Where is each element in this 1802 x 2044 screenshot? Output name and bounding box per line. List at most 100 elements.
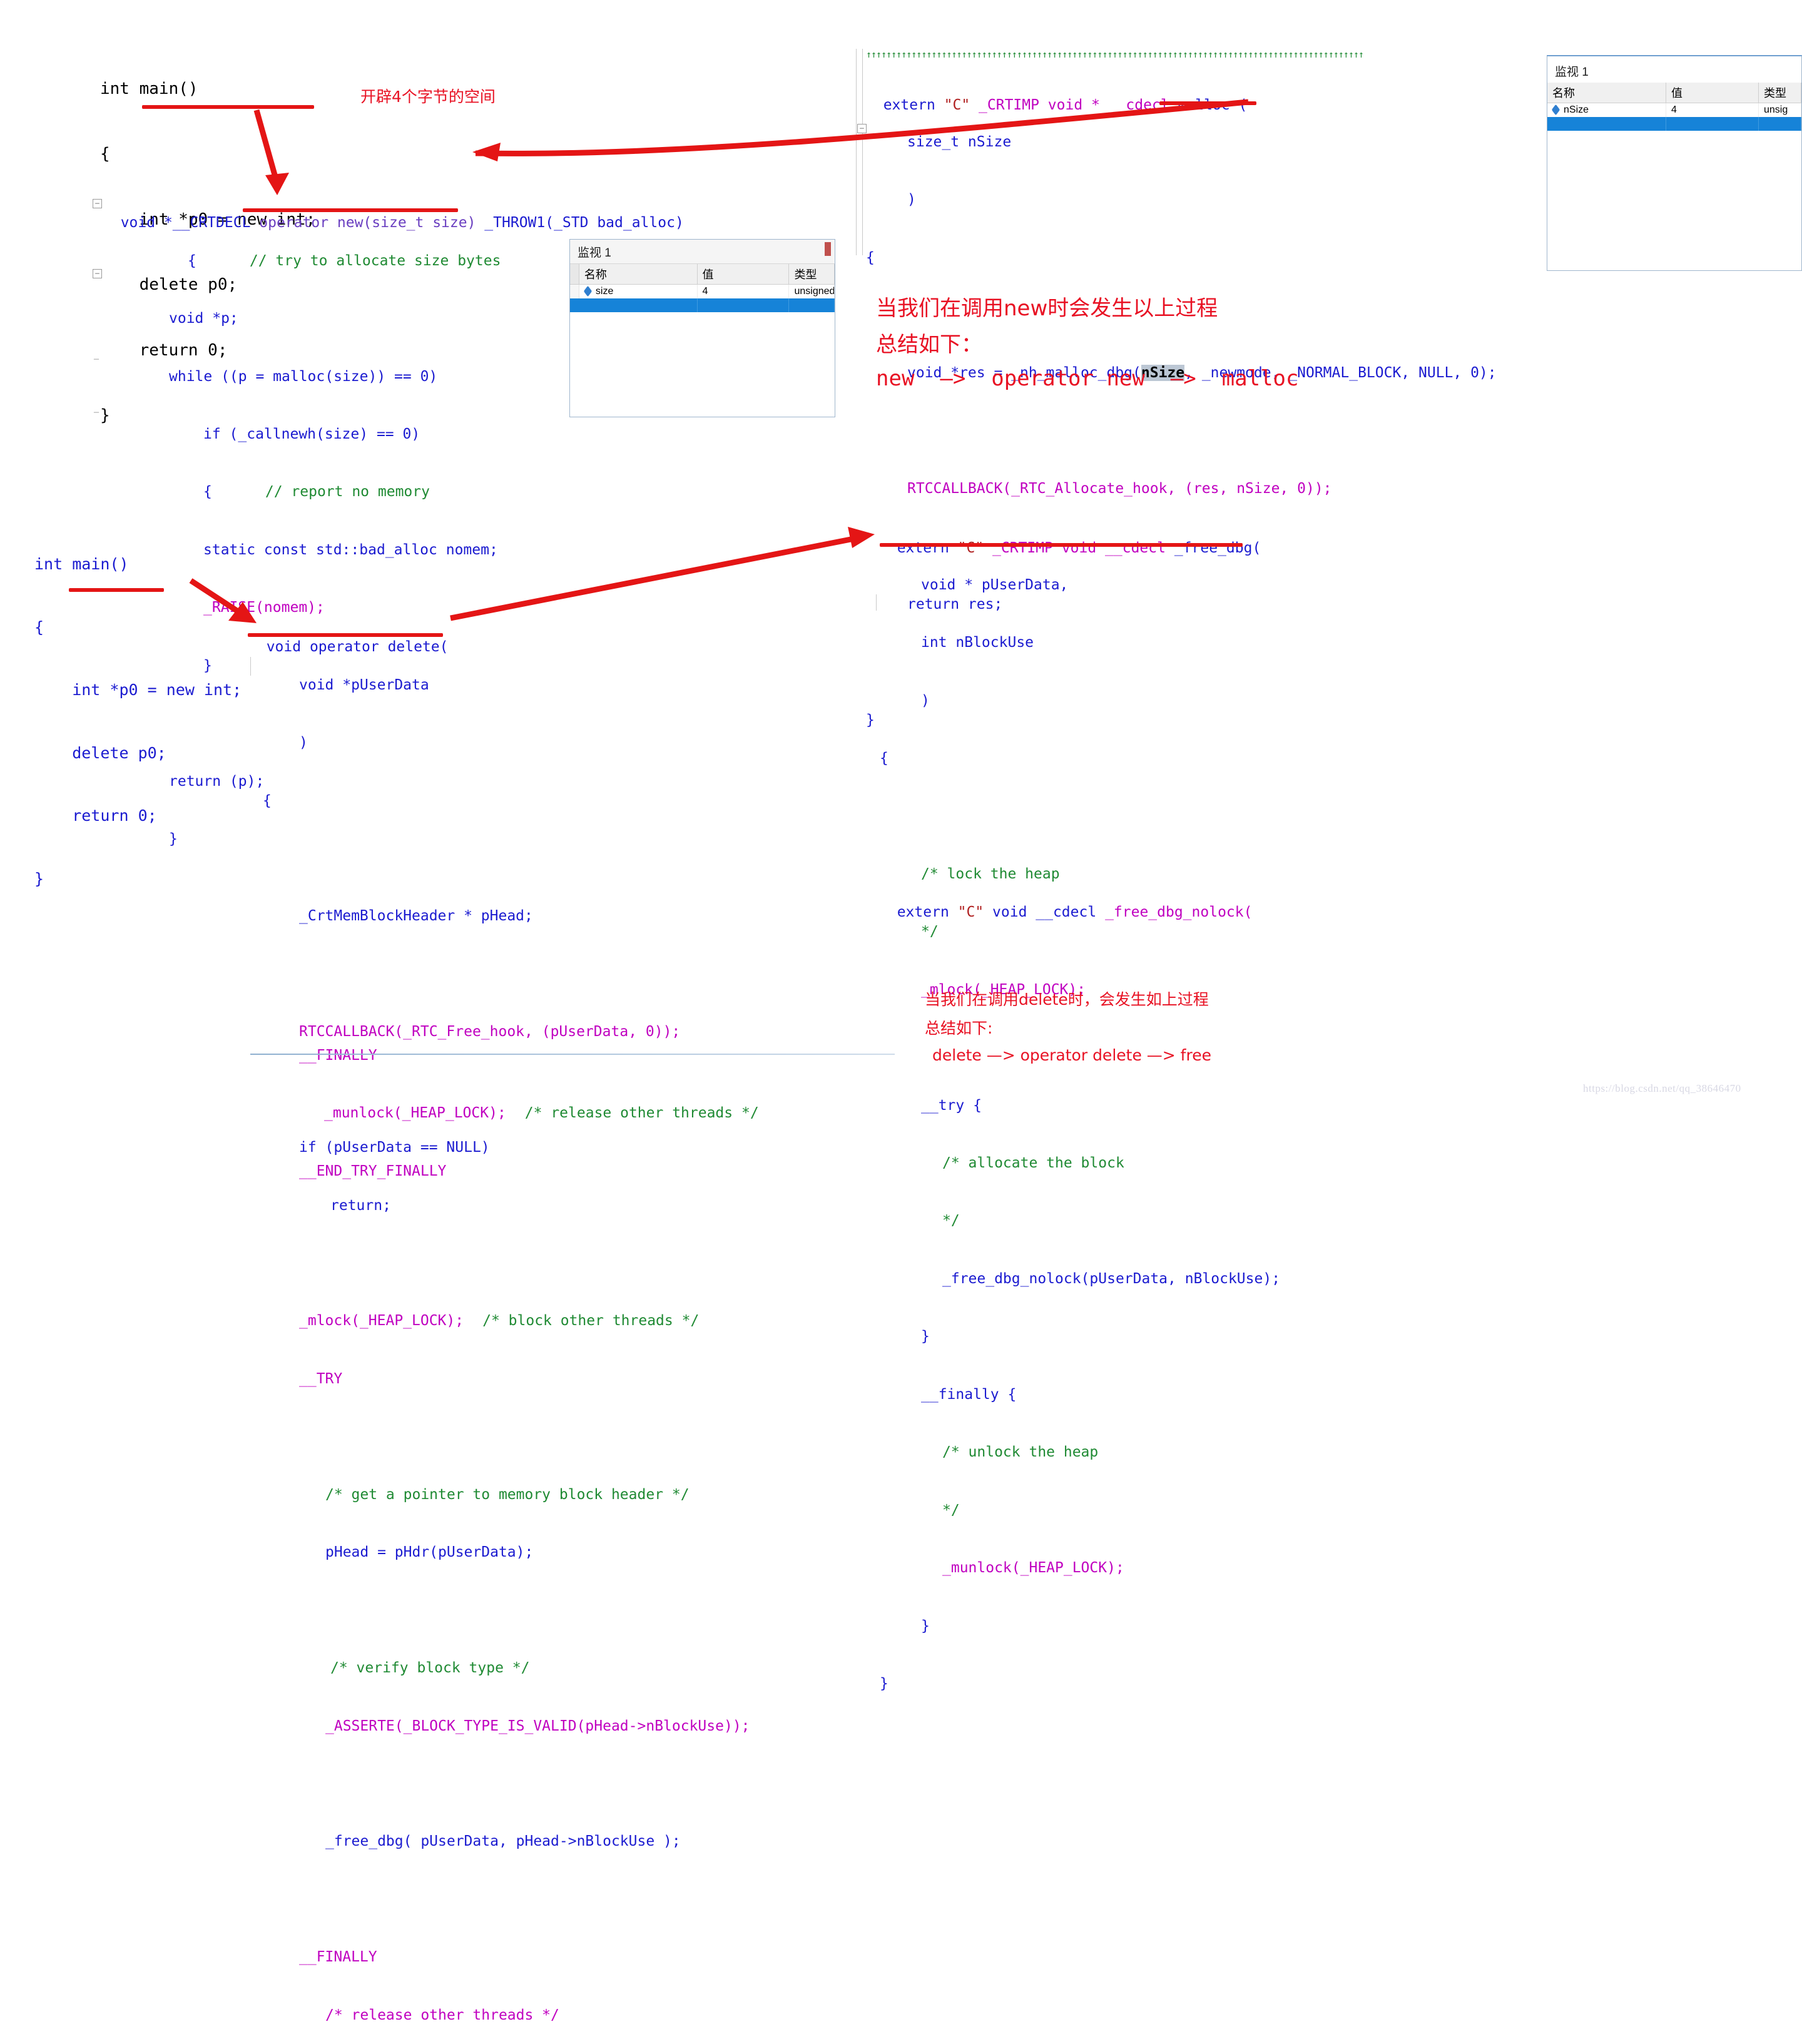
- code-line: _mlock(_HEAP_LOCK);/* block other thread…: [299, 1313, 700, 1330]
- code-line: ): [299, 735, 308, 751]
- new-summary-line-3: new —> operator new —> malloc: [876, 366, 1299, 391]
- delete-summary-line-2: 总结如下:: [925, 1019, 993, 1037]
- watch-panel-title: 监视 1: [1547, 56, 1801, 83]
- watch-cell-name-text: size: [595, 286, 614, 297]
- watch-col-type[interactable]: 类型: [789, 264, 835, 284]
- delete-summary-line-3: delete —> operator delete —> free: [932, 1046, 1211, 1064]
- delete-summary-line-1: 当我们在调用delete时，会发生如上过程: [925, 990, 1209, 1009]
- code-line: _ASSERTE(_BLOCK_TYPE_IS_VALID(pHead->nBl…: [325, 1717, 750, 1734]
- code-line: _munlock(_HEAP_LOCK);/* release other th…: [324, 1105, 759, 1122]
- watch-header-row: 名称 值 类型: [1547, 83, 1801, 103]
- code-line: {// try to allocate size bytes: [188, 252, 501, 269]
- watch-panel-size[interactable]: 监视 1 名称 值 类型 size 4 unsigned: [569, 239, 835, 417]
- watch-cell-name-text: nSize: [1564, 104, 1589, 115]
- code-line: /* verify block type */: [330, 1660, 530, 1677]
- watch-col-type[interactable]: 类型: [1759, 83, 1801, 103]
- watch-panel-nsize[interactable]: 监视 1 名称 值 类型 nSize 4 unsig: [1547, 55, 1802, 271]
- fold-marker[interactable]: –: [94, 407, 99, 418]
- code-line: /* lock the heap: [921, 865, 1060, 882]
- watch-cell-value[interactable]: [698, 298, 790, 312]
- code-line-delete-p0: delete p0;: [34, 743, 166, 762]
- fold-marker[interactable]: –: [93, 199, 102, 208]
- watch-cell-type: unsigned: [789, 285, 835, 298]
- watch-cell-value[interactable]: 4: [1666, 103, 1759, 117]
- free-dbg-nolock-extern-kw: extern: [897, 903, 958, 920]
- code-line: int main(): [34, 555, 129, 573]
- watch-header-row: 名称 值 类型: [570, 264, 835, 285]
- code-line: return 0;: [34, 806, 157, 825]
- code-line: {: [263, 792, 272, 809]
- fold-marker[interactable]: –: [93, 269, 102, 278]
- free-dbg-nolock-rest: void __cdecl: [984, 903, 1106, 920]
- code-line: */: [942, 1213, 960, 1229]
- code-line: {: [880, 750, 888, 766]
- watch-cell-type: unsig: [1759, 103, 1801, 117]
- editor-left-border-4: [876, 594, 877, 611]
- underline-operator-new: [243, 208, 458, 212]
- code-line: __FINALLY: [299, 1047, 377, 1064]
- watch-panel-title: 监视 1: [570, 240, 835, 264]
- watch-title-text: 监视 1: [578, 247, 611, 260]
- watch-cell-value[interactable]: 4: [698, 285, 790, 298]
- code-line: }: [921, 1328, 930, 1345]
- code-line: int main(): [100, 79, 198, 98]
- watch-cell-type: [1759, 117, 1801, 131]
- table-row-empty[interactable]: [1547, 117, 1801, 131]
- free-dbg-nolock-name: _free_dbg_nolock(: [1105, 903, 1253, 920]
- code-line: _CrtMemBlockHeader * pHead;: [299, 908, 533, 925]
- free-dbg-nolock-param: void * pUserData: [880, 925, 1077, 938]
- code-line: int *p0 = new int;: [34, 681, 242, 699]
- free-dbg-nolock-lang-linkage: "C": [957, 903, 984, 920]
- code-line: _free_dbg_nolock(pUserData, nBlockUse);: [942, 1270, 1281, 1287]
- operator-new-sig-suffix: _THROW1(_STD bad_alloc): [476, 214, 684, 231]
- free-dbg-nolock-signature: extern "C" void __cdecl _free_dbg_nolock…: [880, 883, 1253, 922]
- bottom-left-main-code: int main() { int *p0 = new int; delete p…: [34, 512, 242, 910]
- code-line: __finally {: [921, 1386, 1017, 1403]
- watch-cell-name: nSize: [1547, 103, 1666, 117]
- watch-cell-name: size: [579, 285, 698, 298]
- table-row[interactable]: size 4 unsigned: [570, 285, 835, 298]
- underline-delete-p0: [69, 588, 164, 592]
- fold-marker[interactable]: –: [857, 124, 867, 133]
- code-line: /* allocate the block: [942, 1155, 1124, 1171]
- variable-icon: [583, 285, 593, 297]
- watermark: https://blog.csdn.net/qq_38646470: [1583, 1082, 1741, 1094]
- code-line: ): [921, 692, 930, 709]
- editor-left-border: [856, 49, 857, 255]
- watch-cell-name[interactable]: [1547, 117, 1666, 131]
- code-line: void * pUserData,: [921, 576, 1069, 593]
- close-icon[interactable]: [825, 242, 831, 256]
- code-line: }: [880, 1675, 888, 1692]
- separator-row: ↑↑↑↑↑↑↑↑↑↑↑↑↑↑↑↑↑↑↑↑↑↑↑↑↑↑↑↑↑↑↑↑↑↑↑↑↑↑↑↑…: [866, 49, 1364, 60]
- code-line: /* unlock the heap: [942, 1444, 1099, 1461]
- watch-col-name[interactable]: 名称: [1547, 83, 1666, 103]
- code-line: /* release other threads */: [325, 2006, 559, 2023]
- watch-col-name[interactable]: 名称: [579, 264, 698, 284]
- code-line: __TRY: [299, 1370, 343, 1387]
- free-dbg-body: void * pUserData, int nBlockUse ) { /* l…: [880, 537, 1280, 1713]
- code-line: ): [907, 191, 916, 208]
- watch-cell-value[interactable]: [1666, 117, 1759, 131]
- code-line: }: [34, 869, 44, 888]
- table-row[interactable]: nSize 4 unsig: [1547, 103, 1801, 117]
- watch-cell-name[interactable]: [579, 298, 698, 312]
- watch-gutter: [570, 285, 579, 298]
- code-line: void *pUserData: [299, 676, 429, 693]
- code-line: {: [34, 618, 44, 636]
- variable-icon: [1551, 104, 1560, 116]
- watch-gutter: [570, 298, 579, 312]
- code-line: RTCCALLBACK(_RTC_Allocate_hook, (res, nS…: [907, 480, 1332, 497]
- watch-col-value[interactable]: 值: [698, 264, 790, 284]
- watch-col-value[interactable]: 值: [1666, 83, 1759, 103]
- fold-marker[interactable]: –: [94, 353, 99, 365]
- code-line: __END_TRY_FINALLY: [299, 1162, 447, 1179]
- code-line: */: [942, 1502, 960, 1518]
- code-line: }: [921, 1617, 930, 1634]
- table-row-empty[interactable]: [570, 298, 835, 312]
- new-summary-line-2: 总结如下：: [876, 332, 982, 357]
